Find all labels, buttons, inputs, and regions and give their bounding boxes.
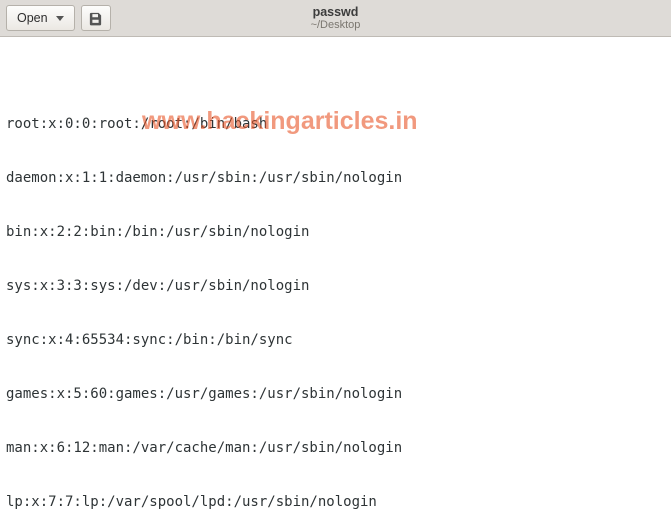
open-button[interactable]: Open	[6, 5, 75, 31]
save-button[interactable]	[81, 5, 111, 31]
titlebar: Open passwd ~/Desktop	[0, 0, 671, 37]
file-line: lp:x:7:7:lp:/var/spool/lpd:/usr/sbin/nol…	[6, 493, 665, 511]
file-line: games:x:5:60:games:/usr/games:/usr/sbin/…	[6, 385, 665, 403]
file-line: root:x:0:0:root:/root:/bin/bash	[6, 115, 665, 133]
save-icon	[88, 11, 103, 26]
file-line: man:x:6:12:man:/var/cache/man:/usr/sbin/…	[6, 439, 665, 457]
file-line: sys:x:3:3:sys:/dev:/usr/sbin/nologin	[6, 277, 665, 295]
file-line: sync:x:4:65534:sync:/bin:/bin/sync	[6, 331, 665, 349]
file-line: daemon:x:1:1:daemon:/usr/sbin:/usr/sbin/…	[6, 169, 665, 187]
window-title: passwd	[313, 6, 359, 20]
caret-down-icon	[56, 16, 64, 21]
window-subtitle: ~/Desktop	[311, 19, 361, 31]
text-editor-content[interactable]: www.hackingarticles.in root:x:0:0:root:/…	[0, 37, 671, 524]
file-line: bin:x:2:2:bin:/bin:/usr/sbin/nologin	[6, 223, 665, 241]
open-button-label: Open	[17, 11, 48, 25]
